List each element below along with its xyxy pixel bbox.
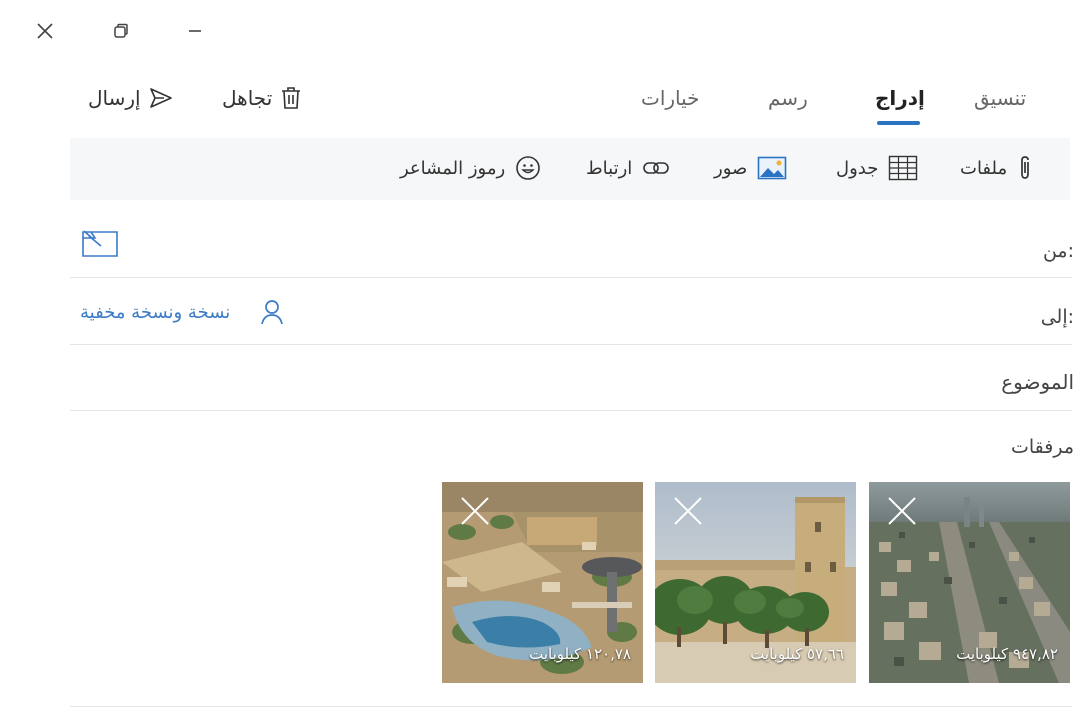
attachment-item[interactable]: ٥٧,٦٦ كيلوبايت [655, 482, 856, 683]
send-icon [149, 88, 172, 108]
close-icon [37, 23, 53, 39]
restore-icon [114, 23, 128, 38]
attachments-label: مرفقات [1010, 436, 1074, 458]
picture-icon [757, 156, 787, 180]
active-tab-indicator [877, 121, 920, 125]
paperclip-icon [1021, 156, 1029, 179]
to-label: إلى: [1040, 306, 1074, 328]
attachment-size: ٩٤٧,٨٢ كيلوبايت [956, 645, 1058, 663]
attachment-item[interactable]: ٩٤٧,٨٢ كيلوبايت [869, 482, 1070, 683]
link-icon [643, 162, 670, 174]
cc-bcc-button[interactable]: نسخة ونسخة مخفية [80, 296, 284, 328]
pictures-button[interactable]: صور [714, 152, 787, 184]
send-label: إرسال [88, 86, 141, 110]
send-button[interactable]: إرسال [88, 86, 173, 110]
discard-label: تجاهل [222, 86, 273, 110]
table-button[interactable]: جدول [836, 152, 918, 184]
tab-draw[interactable]: رسم [768, 86, 808, 110]
trash-icon [282, 87, 301, 109]
close-icon[interactable] [673, 496, 703, 526]
tab-insert[interactable]: إدراج [875, 86, 925, 110]
emoji-label: رموز المشاعر [400, 157, 506, 179]
attachment-size: ١٢٠,٧٨ كيلوبايت [529, 645, 631, 663]
person-icon [261, 300, 284, 325]
insert-ribbon [70, 138, 1070, 200]
files-label: ملفات [960, 157, 1008, 179]
divider-to [70, 344, 1072, 345]
tab-options[interactable]: خيارات [641, 86, 700, 110]
table-icon [889, 155, 918, 181]
table-label: جدول [836, 157, 879, 179]
divider-from [70, 277, 1072, 278]
link-label: ارتباط [586, 157, 633, 179]
pictures-label: صور [714, 157, 748, 179]
emoji-button[interactable]: رموز المشاعر [400, 152, 541, 184]
minimize-icon [189, 30, 201, 32]
close-icon[interactable] [460, 496, 490, 526]
subject-field[interactable]: الموضوع [1001, 370, 1074, 394]
from-account-icon[interactable] [81, 228, 119, 258]
attachment-item[interactable]: ١٢٠,٧٨ كيلوبايت [442, 482, 643, 683]
cc-bcc-label: نسخة ونسخة مخفية [80, 301, 231, 323]
divider-subject [70, 410, 1072, 411]
divider-bottom [70, 706, 1072, 707]
tab-format[interactable]: تنسيق [974, 86, 1026, 110]
discard-button[interactable]: تجاهل [222, 86, 302, 110]
attach-files-button[interactable]: ملفات [960, 152, 1033, 184]
minimize-window-button[interactable] [178, 14, 212, 48]
emoji-icon [516, 156, 540, 180]
close-window-button[interactable] [28, 14, 62, 48]
close-icon[interactable] [887, 496, 917, 526]
from-label: من: [1042, 240, 1074, 262]
link-button[interactable]: ارتباط [586, 152, 670, 184]
attachment-size: ٥٧,٦٦ كيلوبايت [750, 645, 844, 663]
restore-window-button[interactable] [104, 14, 138, 48]
